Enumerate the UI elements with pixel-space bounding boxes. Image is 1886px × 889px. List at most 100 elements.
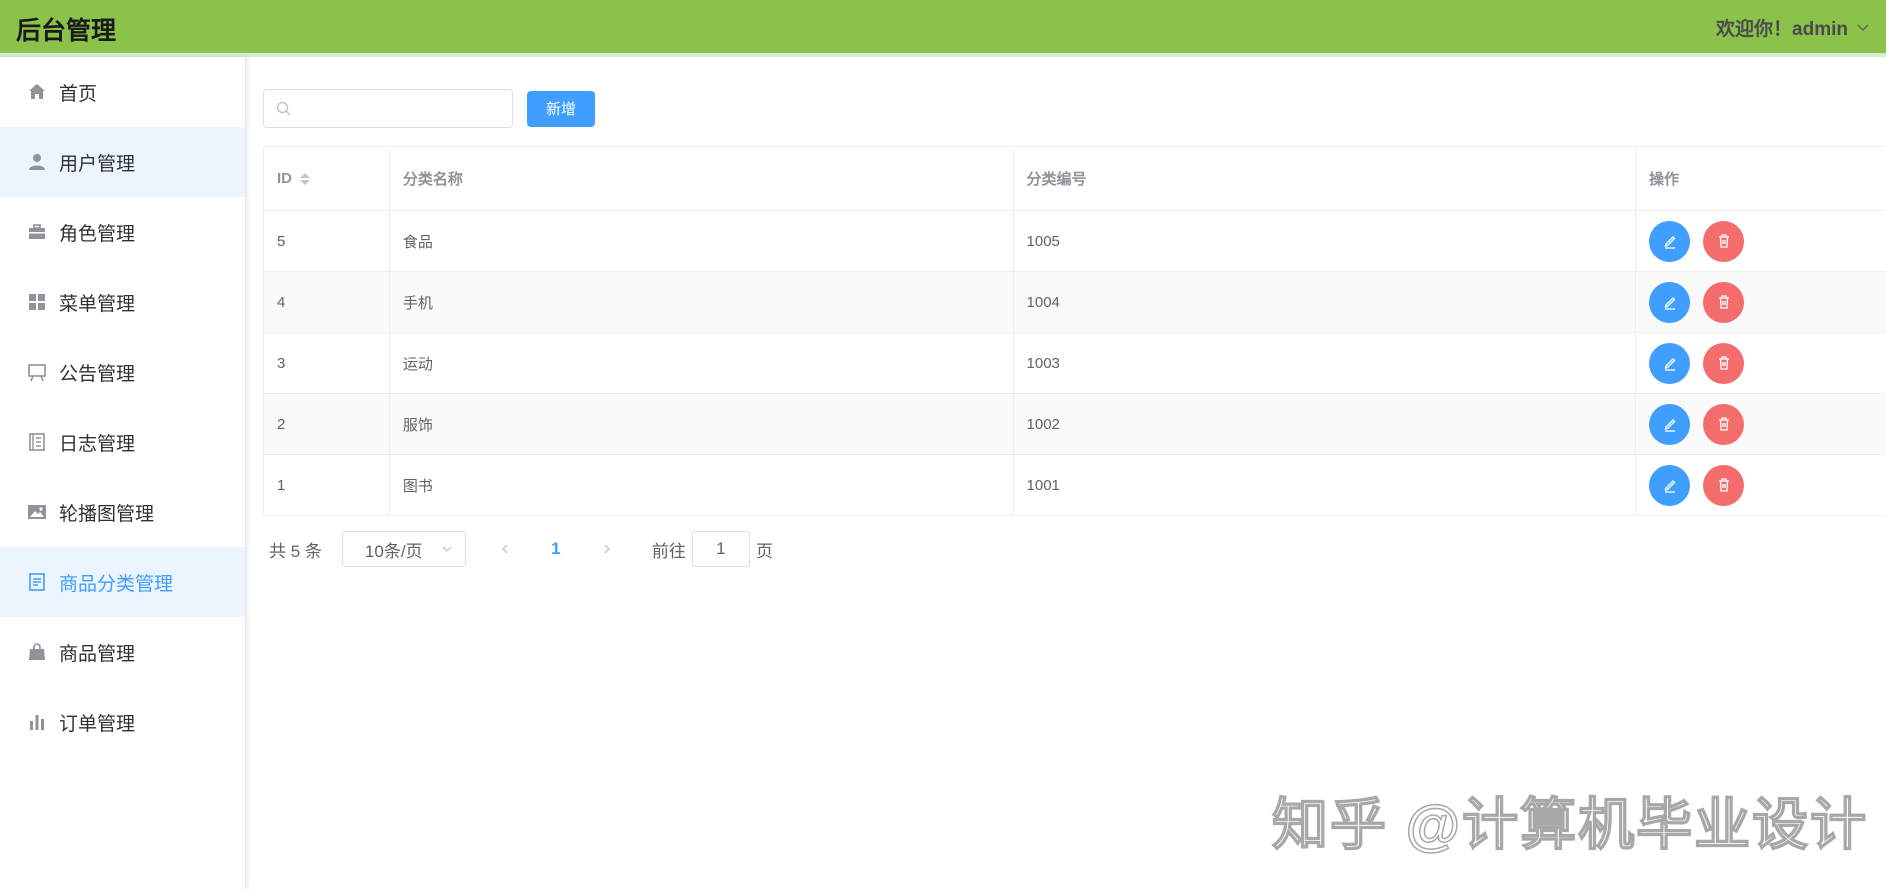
bag-icon <box>27 642 47 662</box>
pagination: 共 5 条 10条/页 1 前往 页 <box>269 531 773 567</box>
sidebar-item-label: 角色管理 <box>59 223 136 245</box>
sidebar-item-carousel[interactable]: 轮播图管理 <box>0 477 245 547</box>
sidebar-item-users[interactable]: 用户管理 <box>0 127 245 197</box>
edit-icon <box>1664 297 1676 310</box>
chevron-down-icon <box>1857 23 1869 31</box>
edit-button[interactable] <box>1649 342 1691 384</box>
sidebar: 首页 用户管理 角色管理 菜单管理 公告管理 日志管理 轮播图管理 商品分类管理… <box>0 57 246 889</box>
cell-actions <box>1636 455 1886 515</box>
cell-name: 服饰 <box>390 394 1014 454</box>
sidebar-item-label: 日志管理 <box>59 433 136 455</box>
chevron-down-icon <box>442 546 452 552</box>
prev-page-button[interactable] <box>488 531 522 567</box>
edit-icon <box>1664 236 1676 249</box>
home-icon <box>27 82 47 102</box>
pagination-total: 共 5 条 <box>269 541 322 561</box>
cell-name: 手机 <box>390 272 1014 332</box>
edit-button[interactable] <box>1649 281 1691 323</box>
cell-id: 3 <box>264 333 390 393</box>
sidebar-item-category[interactable]: 商品分类管理 <box>0 547 245 617</box>
trash-icon <box>1718 234 1729 248</box>
table-row: 2 服饰 1002 <box>264 394 1886 455</box>
page-jump-input[interactable] <box>691 531 750 567</box>
sidebar-item-label: 首页 <box>59 83 98 105</box>
cell-id: 1 <box>264 455 390 515</box>
notebook-icon <box>27 432 47 452</box>
category-table: ID 分类名称 分类编号 操作 5 食品 1005 4 手机 1004 3 运动… <box>263 146 1886 516</box>
sidebar-item-roles[interactable]: 角色管理 <box>0 197 245 267</box>
table-row: 4 手机 1004 <box>264 272 1886 333</box>
welcome-text: 欢迎你！admin <box>1716 19 1848 40</box>
page-number-current[interactable]: 1 <box>536 539 576 559</box>
edit-button[interactable] <box>1649 220 1691 262</box>
user-icon <box>27 152 47 172</box>
edit-button[interactable] <box>1649 464 1691 506</box>
trash-icon <box>1718 478 1729 492</box>
header-id-label: ID <box>277 170 292 187</box>
cell-actions <box>1636 333 1886 393</box>
search-input[interactable] <box>299 100 499 117</box>
grid-icon <box>27 292 47 312</box>
cell-name: 图书 <box>390 455 1014 515</box>
table-row: 3 运动 1003 <box>264 333 1886 394</box>
watermark: 知乎 @计算机毕业设计 <box>1271 792 1869 857</box>
chevron-left-icon <box>501 544 508 554</box>
cell-code: 1004 <box>1014 272 1637 332</box>
next-page-button[interactable] <box>590 531 624 567</box>
sidebar-item-orders[interactable]: 订单管理 <box>0 687 245 757</box>
toolbar: 新增 <box>263 89 596 128</box>
delete-button[interactable] <box>1703 281 1745 323</box>
main-content: 新增 ID 分类名称 分类编号 操作 5 食品 1005 4 手机 1004 3… <box>263 57 1886 889</box>
cell-code: 1003 <box>1014 333 1637 393</box>
header-id[interactable]: ID <box>264 147 390 210</box>
sidebar-item-label: 商品管理 <box>59 643 136 665</box>
cell-name: 食品 <box>390 211 1014 271</box>
sidebar-item-goods[interactable]: 商品管理 <box>0 617 245 687</box>
edit-button[interactable] <box>1649 403 1691 445</box>
page-size-value: 10条/页 <box>364 541 423 561</box>
table-row: 5 食品 1005 <box>264 211 1886 272</box>
picture-icon <box>27 502 47 522</box>
sidebar-item-label: 菜单管理 <box>59 293 136 315</box>
sidebar-item-label: 用户管理 <box>59 153 136 175</box>
sidebar-item-notices[interactable]: 公告管理 <box>0 337 245 407</box>
document-icon <box>27 572 47 592</box>
table-header: ID 分类名称 分类编号 操作 <box>264 147 1886 211</box>
sort-icon[interactable] <box>300 172 310 185</box>
cell-code: 1001 <box>1014 455 1637 515</box>
header-op: 操作 <box>1649 171 1680 188</box>
page-size-select[interactable]: 10条/页 <box>341 531 466 567</box>
page-unit-label: 页 <box>755 541 773 561</box>
sidebar-item-logs[interactable]: 日志管理 <box>0 407 245 477</box>
top-header: 后台管理 欢迎你！admin <box>0 0 1886 57</box>
cell-code: 1005 <box>1014 211 1637 271</box>
edit-icon <box>1664 480 1676 493</box>
sidebar-item-label: 商品分类管理 <box>59 573 174 595</box>
table-row: 1 图书 1001 <box>264 455 1886 516</box>
sidebar-item-label: 公告管理 <box>59 363 136 385</box>
edit-icon <box>1664 419 1676 432</box>
user-menu[interactable]: 欢迎你！admin <box>1716 14 1870 41</box>
search-icon <box>276 101 291 116</box>
trash-icon <box>1718 356 1729 370</box>
delete-button[interactable] <box>1703 342 1745 384</box>
search-box[interactable] <box>263 89 513 128</box>
delete-button[interactable] <box>1703 220 1745 262</box>
cell-name: 运动 <box>390 333 1014 393</box>
header-name: 分类名称 <box>390 147 1014 210</box>
cell-actions <box>1636 272 1886 332</box>
delete-button[interactable] <box>1703 464 1745 506</box>
briefcase-icon <box>27 222 47 242</box>
app-title: 后台管理 <box>16 17 117 45</box>
sidebar-item-label: 轮播图管理 <box>59 503 155 525</box>
add-button[interactable]: 新增 <box>527 90 596 127</box>
sidebar-item-menus[interactable]: 菜单管理 <box>0 267 245 337</box>
cell-actions <box>1636 211 1886 271</box>
goto-label: 前往 <box>651 541 686 561</box>
cell-id: 4 <box>264 272 390 332</box>
cell-actions <box>1636 394 1886 454</box>
delete-button[interactable] <box>1703 403 1745 445</box>
cell-id: 5 <box>264 211 390 271</box>
sidebar-item-label: 订单管理 <box>59 713 136 735</box>
sidebar-item-home[interactable]: 首页 <box>0 57 245 127</box>
